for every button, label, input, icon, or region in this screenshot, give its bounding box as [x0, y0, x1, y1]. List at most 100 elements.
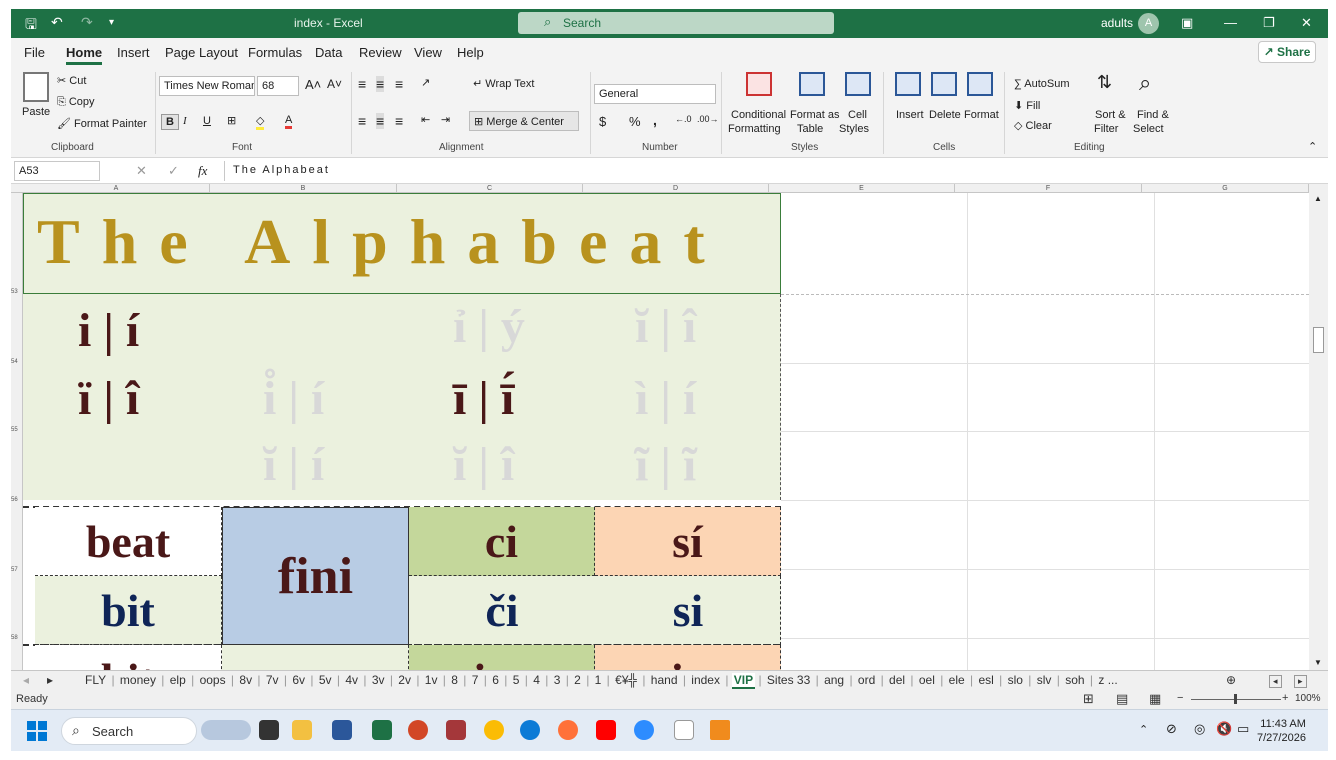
comma-button[interactable]: , [653, 112, 657, 128]
collapse-ribbon-icon[interactable]: ⌃ [1308, 140, 1317, 153]
column-header-d[interactable]: D [583, 184, 769, 193]
sheet-tab[interactable]: 8v [237, 673, 254, 687]
access-icon[interactable] [446, 720, 466, 740]
column-header-a[interactable]: A [23, 184, 210, 193]
sheet-tab[interactable]: 1v [423, 673, 440, 687]
row-header-54[interactable]: 54 [11, 359, 23, 365]
column-header-b[interactable]: B [210, 184, 397, 193]
row-header-58[interactable]: 58 [11, 635, 23, 641]
conditional-formatting-icon[interactable] [746, 72, 772, 96]
zoom-slider-thumb[interactable] [1234, 694, 1237, 704]
align-left-icon[interactable]: ≡ [358, 113, 366, 129]
name-box[interactable]: A53 [14, 161, 100, 181]
excel-icon[interactable] [372, 720, 392, 740]
file-explorer-icon[interactable] [292, 720, 312, 740]
cell-d55[interactable]: ì | í [635, 371, 696, 426]
number-format-select[interactable]: General [594, 84, 716, 104]
font-name-select[interactable]: Times New Roman [159, 76, 255, 96]
merge-center-button[interactable]: ⊞ Merge & Center [469, 111, 579, 131]
align-middle-icon[interactable]: ≡ [376, 76, 385, 92]
tab-review[interactable]: Review [359, 45, 402, 60]
firefox-icon[interactable] [558, 720, 578, 740]
increase-indent-icon[interactable]: ⇥ [441, 113, 450, 126]
cell-c59[interactable]: ira [409, 645, 595, 670]
cell-b59[interactable] [222, 645, 409, 670]
sheet-tab[interactable]: index [689, 673, 722, 687]
format-painter-button[interactable]: 🖌 Format Painter [57, 117, 147, 130]
row-header-56[interactable]: 56 [11, 497, 23, 503]
youtube-icon[interactable] [596, 720, 616, 740]
column-header-g[interactable]: G [1142, 184, 1309, 193]
cell-b56[interactable]: ĭ | í [263, 437, 324, 492]
maximize-icon[interactable]: ❐ [1263, 15, 1275, 31]
increase-decimal-icon[interactable]: ←.0 [675, 114, 692, 124]
zoom-level[interactable]: 100% [1295, 693, 1321, 704]
sort-filter-label[interactable]: Sort & [1095, 109, 1126, 121]
sheet-tab[interactable]: 1 [593, 673, 604, 687]
title-cell-a53[interactable]: The Alphabeat [23, 193, 781, 294]
sheet-tab[interactable]: 8 [449, 673, 460, 687]
decrease-decimal-icon[interactable]: .00→ [697, 114, 719, 124]
save-icon[interactable]: 🖫 [25, 14, 37, 38]
copy-button[interactable]: ⎘ Copy [57, 96, 95, 109]
widgets-icon[interactable] [201, 720, 251, 740]
cell-b57[interactable]: fini [222, 507, 409, 645]
cell-a55[interactable]: ï | î [78, 371, 139, 426]
sheet-tab[interactable]: 5v [317, 673, 334, 687]
sheet-tab[interactable]: z ... [1096, 673, 1119, 687]
row-header-55[interactable]: 55 [11, 427, 23, 433]
cell-c58[interactable]: či si [409, 576, 781, 645]
new-sheet-icon[interactable]: ⊕ [1226, 673, 1236, 687]
powerpoint-icon[interactable] [408, 720, 428, 740]
tab-file[interactable]: File [24, 45, 45, 60]
format-as-table-label[interactable]: Format as [790, 109, 840, 121]
sheet-tab[interactable]: 3 [552, 673, 563, 687]
share-button[interactable]: ↗ Share [1258, 41, 1316, 63]
sort-filter-icon[interactable]: ⇅ [1097, 72, 1112, 93]
sheet-tab[interactable]: oel [917, 673, 937, 687]
percent-button[interactable]: % [629, 114, 641, 129]
sheet-tab[interactable]: ord [856, 673, 877, 687]
edge-icon[interactable] [520, 720, 540, 740]
format-as-table-label-2[interactable]: Table [797, 123, 823, 135]
clock[interactable]: 11:43 AM 7/27/2026 [1257, 717, 1306, 745]
cell-c54[interactable]: ỉ | ý [453, 299, 525, 354]
cancel-icon[interactable]: ✕ [136, 163, 147, 179]
sheet-tab[interactable]: 2 [572, 673, 583, 687]
fill-button[interactable]: ⬇ Fill [1014, 99, 1040, 112]
find-select-icon[interactable]: ⌕ [1139, 70, 1151, 96]
italic-button[interactable]: I [183, 115, 187, 127]
word-icon[interactable] [332, 720, 352, 740]
zoom-in-icon[interactable]: + [1282, 692, 1288, 704]
scroll-down-icon[interactable]: ▼ [1314, 658, 1322, 667]
sheet-tab[interactable]: 4v [343, 673, 360, 687]
tab-nav-right-icon[interactable]: ▸ [1294, 675, 1307, 688]
align-bottom-icon[interactable]: ≡ [395, 76, 403, 92]
cell-styles-icon[interactable] [845, 72, 871, 96]
sheet-tab[interactable]: 4 [531, 673, 542, 687]
tab-insert[interactable]: Insert [117, 45, 150, 60]
cell-a58[interactable]: bit [35, 576, 222, 645]
page-break-view-icon[interactable]: ▦ [1149, 691, 1161, 707]
sheet-tab[interactable]: FLY [83, 673, 108, 687]
increase-font-icon[interactable]: A˄ [305, 77, 321, 92]
taskbar-search[interactable]: ⌕ Search [61, 717, 197, 745]
tray-expand-icon[interactable]: ⌃ [1139, 723, 1148, 736]
insert-cells-button[interactable]: Insert [896, 109, 924, 121]
tab-scroll-right-icon[interactable]: ▸ [47, 673, 53, 687]
vertical-scrollbar[interactable]: ▲ ▼ [1309, 184, 1328, 670]
sheet-tab[interactable]: esl [976, 673, 995, 687]
cell-styles-label[interactable]: Cell [848, 109, 867, 121]
tab-view[interactable]: View [414, 45, 442, 60]
fill-color-icon[interactable]: ◇ [256, 114, 265, 130]
sheet-tab[interactable]: elp [168, 673, 188, 687]
sheet-tab[interactable]: money [118, 673, 158, 687]
find-select-label-2[interactable]: Select [1133, 123, 1164, 135]
quick-access-dropdown-icon[interactable]: ▾ [109, 17, 114, 28]
sheet-tab[interactable]: 7v [264, 673, 281, 687]
paste-button[interactable]: Paste [22, 106, 50, 118]
tab-help[interactable]: Help [457, 45, 484, 60]
align-center-icon[interactable]: ≡ [376, 113, 385, 129]
sheet-tab[interactable]: del [887, 673, 907, 687]
user-name[interactable]: adults [1101, 16, 1133, 30]
